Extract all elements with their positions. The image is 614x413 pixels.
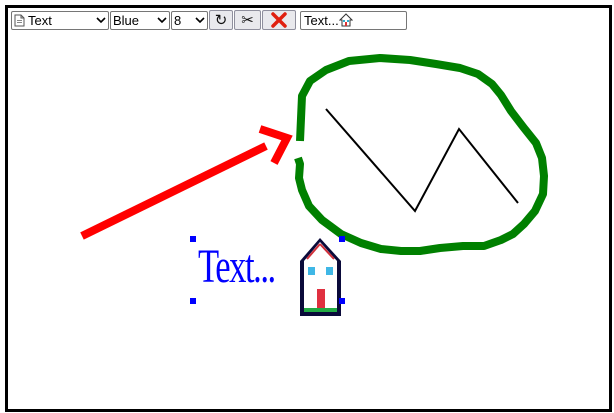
selection-handle-bottom-left[interactable] bbox=[190, 298, 196, 304]
house-icon bbox=[300, 238, 341, 316]
zigzag-line[interactable] bbox=[325, 108, 519, 213]
text-object-label: Text... bbox=[198, 240, 276, 293]
selection-handle-bottom-right[interactable] bbox=[339, 298, 345, 304]
text-object[interactable]: Text... bbox=[194, 237, 347, 316]
red-arrow-shaft[interactable] bbox=[80, 142, 268, 240]
green-ellipse-stroke[interactable] bbox=[294, 54, 548, 255]
drawing-frame: Text Blue 8 ↻ ✂ Text... Text... bbox=[5, 5, 612, 412]
drawing-canvas[interactable] bbox=[8, 8, 609, 409]
selection-handle-top-left[interactable] bbox=[190, 236, 196, 242]
selection-handle-top-right[interactable] bbox=[339, 236, 345, 242]
